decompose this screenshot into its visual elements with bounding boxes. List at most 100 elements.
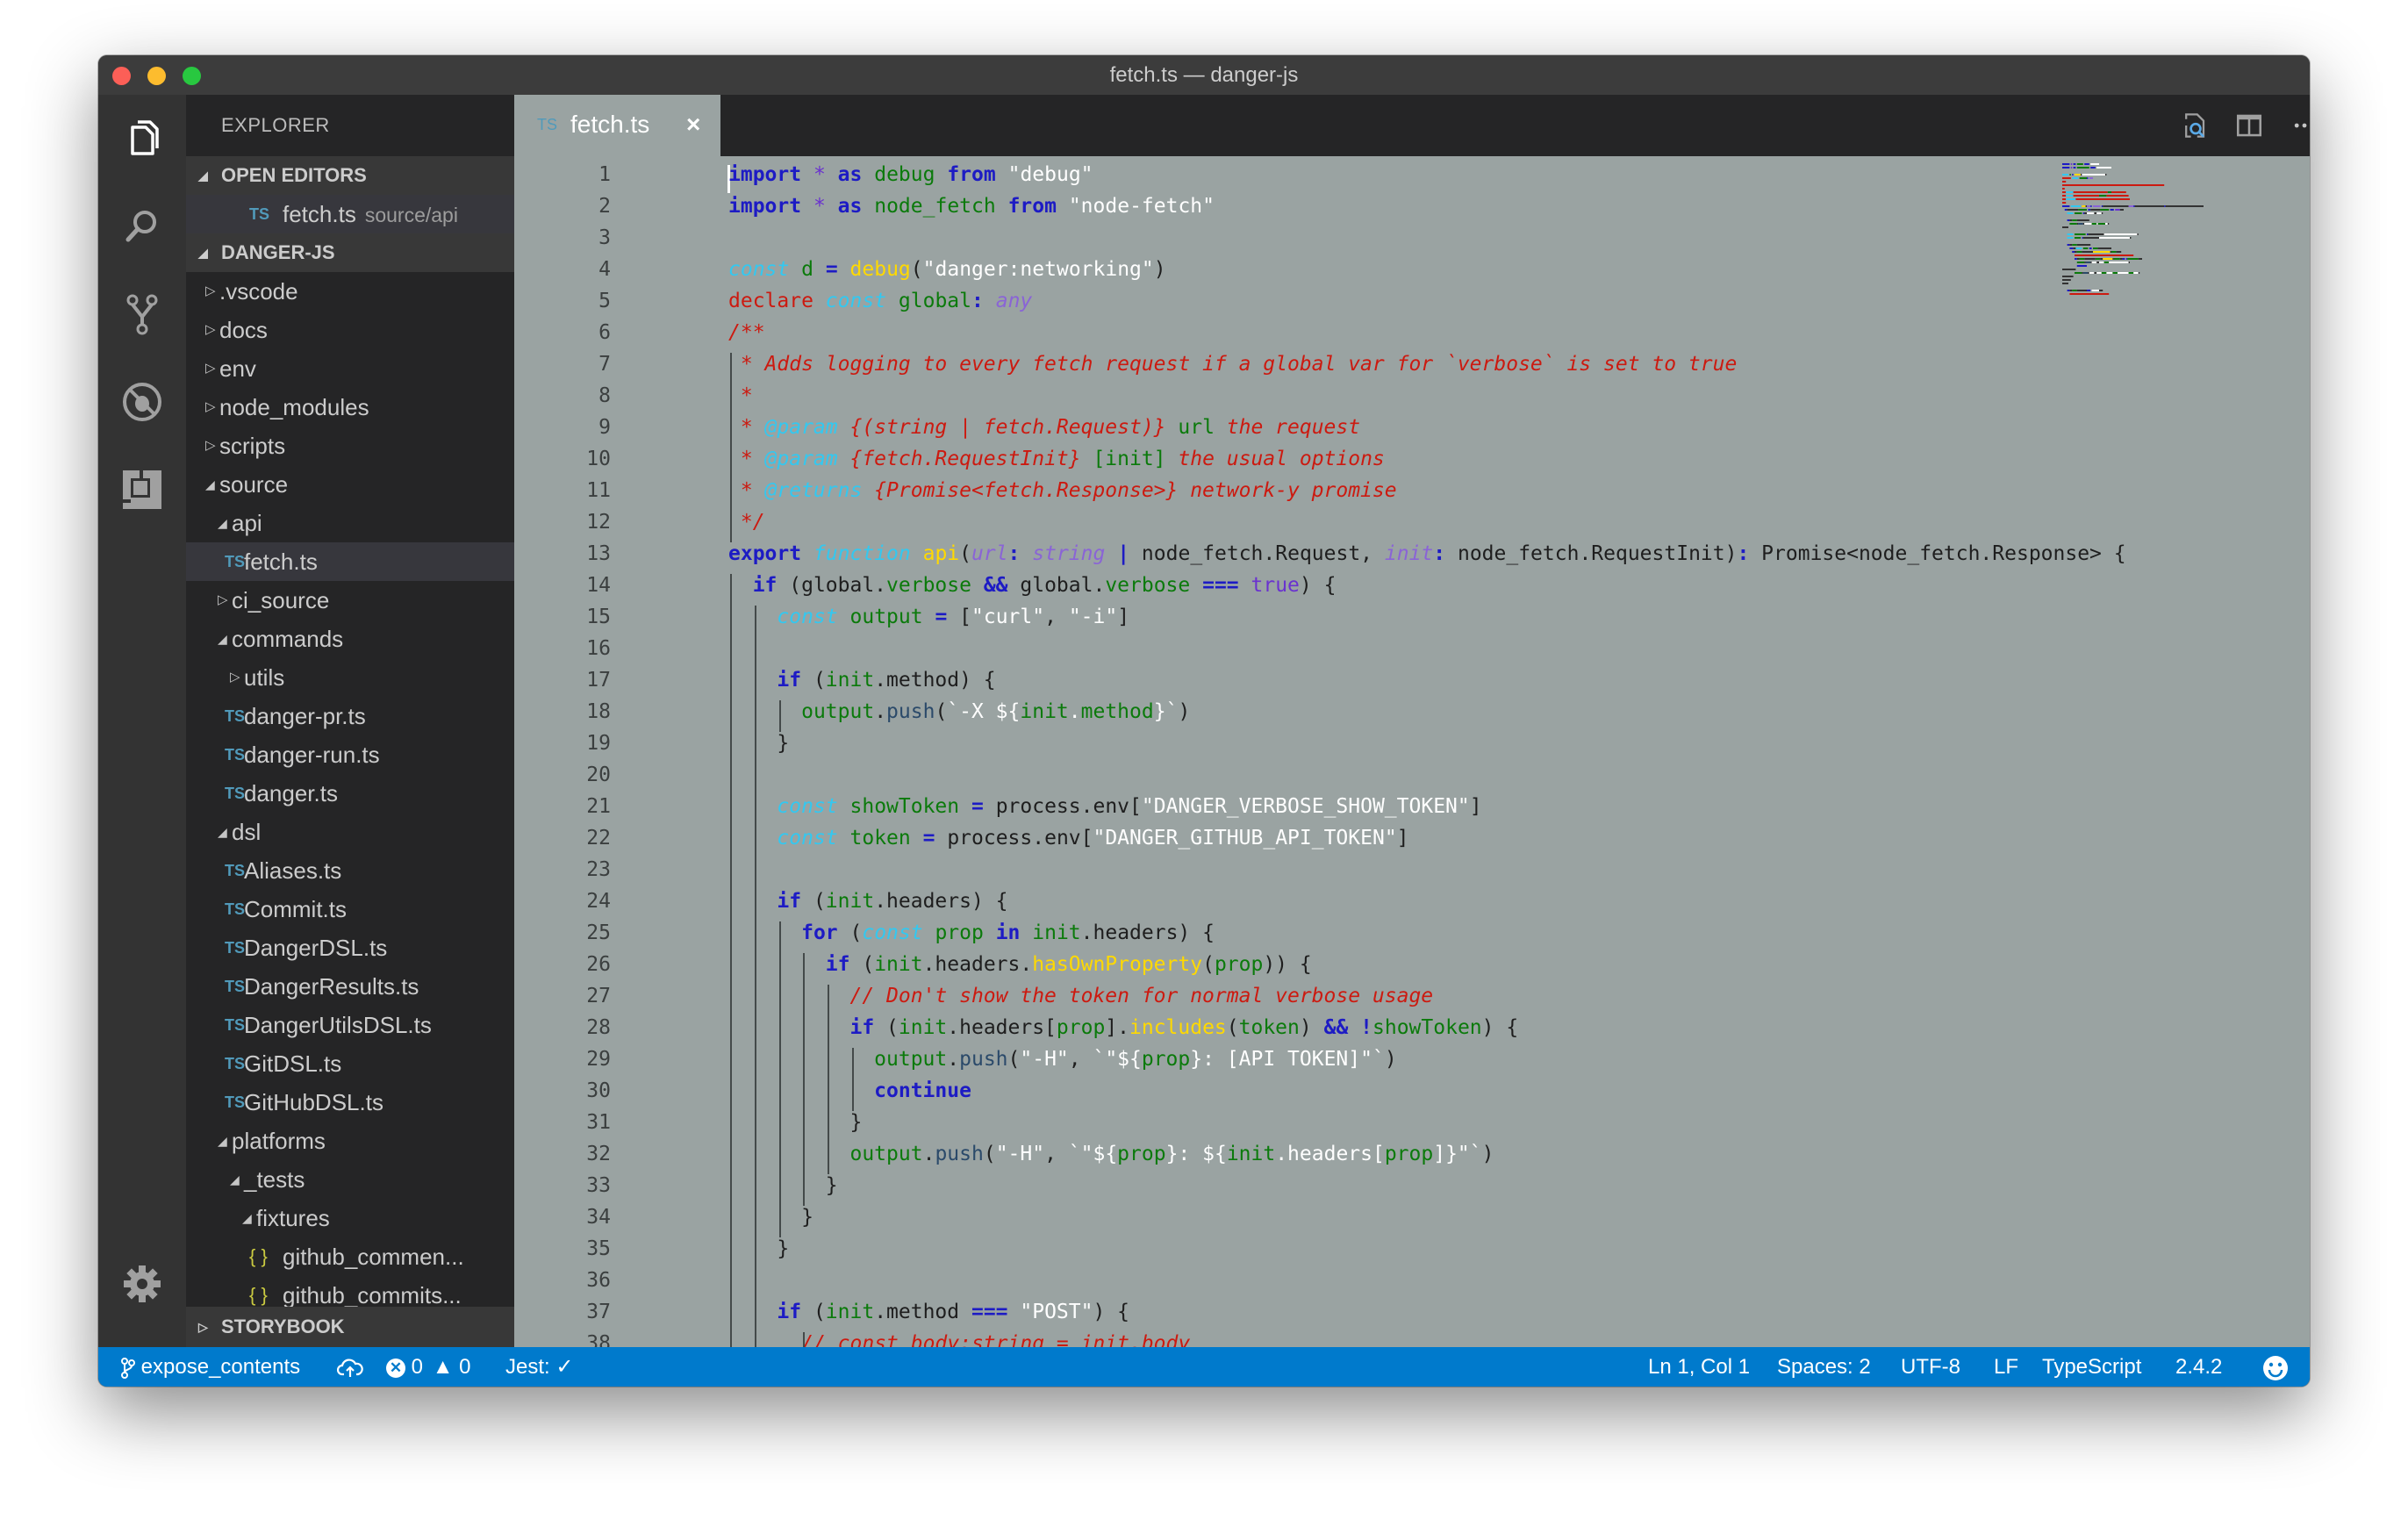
smiley-icon[interactable]: [2262, 1347, 2289, 1387]
extensions-icon[interactable]: [120, 468, 164, 512]
file-name: danger-run.ts: [244, 735, 380, 774]
tree-file[interactable]: TSCommit.ts: [186, 890, 514, 928]
gear-icon[interactable]: [120, 1262, 164, 1306]
project-header[interactable]: ◢ DANGER-JS: [186, 233, 514, 272]
minimap-token: [2062, 191, 2066, 193]
tree-folder[interactable]: ▷scripts: [186, 427, 514, 465]
chevron-right-icon: ▷: [205, 311, 216, 349]
tree-folder[interactable]: ◢platforms: [186, 1122, 514, 1160]
tree-folder[interactable]: ▷ci_source: [186, 581, 514, 620]
tree-file[interactable]: TSGitDSL.ts: [186, 1044, 514, 1083]
minimap-token: [2090, 205, 2091, 207]
minimap[interactable]: [2055, 156, 2310, 367]
line-number: 8: [514, 384, 611, 407]
branch-indicator[interactable]: expose_contents: [121, 1347, 300, 1387]
minimap-token: [2062, 167, 2069, 168]
line-number: 10: [514, 448, 611, 470]
tree-folder[interactable]: ◢dsl: [186, 813, 514, 851]
file-name: danger-pr.ts: [244, 697, 366, 735]
minimap-token: [2133, 272, 2139, 274]
typescript-version[interactable]: 2.4.2: [2175, 1347, 2222, 1387]
code-editor[interactable]: 1import * as debug from "debug"2import *…: [514, 156, 2310, 1347]
source-control-icon[interactable]: [120, 292, 164, 336]
warning-count: 0: [459, 1355, 470, 1379]
tree-folder[interactable]: ◢api: [186, 504, 514, 542]
indentation[interactable]: Spaces: 2: [1777, 1347, 1871, 1387]
code-line: output.push("-H", `"${prop}: ${init.head…: [728, 1143, 1494, 1165]
tree-folder[interactable]: ◢commands: [186, 620, 514, 658]
tree-folder[interactable]: ▷.vscode: [186, 272, 514, 311]
tree-file[interactable]: TSdanger-run.ts: [186, 735, 514, 774]
jest-status[interactable]: Jest: ✓: [505, 1347, 573, 1387]
line-number: 12: [514, 511, 611, 534]
encoding[interactable]: UTF-8: [1901, 1347, 1960, 1387]
more-icon[interactable]: [2285, 106, 2310, 145]
tree-file[interactable]: TSDangerResults.ts: [186, 967, 514, 1006]
vscode-window: fetch.ts — danger-js EXPLORER ◢ OPEN EDI…: [98, 55, 2310, 1387]
storybook-header[interactable]: ▷ STORYBOOK: [186, 1307, 514, 1347]
tree-folder[interactable]: ◢source: [186, 465, 514, 504]
chevron-down-icon: ◢: [218, 620, 227, 658]
tree-file[interactable]: TSfetch.ts: [186, 542, 514, 581]
code-line: if (init.headers) {: [728, 890, 1008, 913]
tree-folder[interactable]: ▷utils: [186, 658, 514, 697]
code-line: * @returns {Promise<fetch.Response>} net…: [728, 479, 1397, 502]
language-mode[interactable]: TypeScript: [2042, 1347, 2141, 1387]
minimap-token: [2077, 258, 2080, 260]
open-preview-icon[interactable]: [2176, 106, 2215, 145]
files-icon[interactable]: [120, 117, 164, 161]
minimap-token: [2098, 247, 2111, 249]
tree-file[interactable]: TSdanger.ts: [186, 774, 514, 813]
debug-icon[interactable]: [120, 380, 164, 424]
file-name: fetch.ts: [244, 542, 318, 581]
typescript-file-icon: TS: [225, 967, 245, 1006]
minimap-token: [2092, 223, 2097, 225]
minimap-token: [2074, 247, 2076, 249]
minimap-token: [2089, 177, 2093, 179]
minimap-token: [2090, 163, 2099, 165]
minimap-token: [2102, 212, 2103, 214]
tree-file[interactable]: TSDangerDSL.ts: [186, 928, 514, 967]
tree-folder[interactable]: ▷node_modules: [186, 388, 514, 427]
close-icon[interactable]: ×: [686, 111, 700, 139]
code-line: continue: [728, 1079, 971, 1102]
minimap-token: [2084, 258, 2096, 260]
json-file-icon: { }: [249, 1237, 268, 1276]
tab-fetch-ts[interactable]: TS fetch.ts ×: [514, 95, 720, 156]
minimap-token: [2077, 167, 2089, 168]
tree-folder[interactable]: ▷env: [186, 349, 514, 388]
folder-name: .vscode: [219, 272, 298, 311]
minimap-token: [2087, 290, 2090, 291]
tree-folder[interactable]: ◢fixtures: [186, 1199, 514, 1237]
minimap-token: [2062, 181, 2066, 183]
line-number: 21: [514, 795, 611, 818]
tree-file[interactable]: TSDangerUtilsDSL.ts: [186, 1006, 514, 1044]
minimap-token: [2093, 205, 2100, 207]
minimap-token: [2105, 223, 2108, 225]
tree-file[interactable]: TSGitHubDSL.ts: [186, 1083, 514, 1122]
file-name: Commit.ts: [244, 890, 347, 928]
line-number: 38: [514, 1332, 611, 1347]
tree-file[interactable]: TSAliases.ts: [186, 851, 514, 890]
cloud-upload-icon[interactable]: [337, 1347, 363, 1387]
code-line: // const body:string = init.body: [728, 1332, 1190, 1347]
split-editor-icon[interactable]: [2230, 106, 2268, 145]
code-line: }: [728, 732, 789, 755]
search-icon[interactable]: [120, 204, 164, 248]
minimap-token: [2086, 205, 2087, 207]
end-of-line[interactable]: LF: [1994, 1347, 2018, 1387]
code-line: }: [728, 1206, 813, 1229]
cursor-position[interactable]: Ln 1, Col 1: [1648, 1347, 1750, 1387]
open-editor-item[interactable]: TS fetch.tssource/api: [186, 195, 514, 233]
open-editors-header[interactable]: ◢ OPEN EDITORS: [186, 156, 514, 195]
tree-folder[interactable]: ▷docs: [186, 311, 514, 349]
tree-folder[interactable]: ◢_tests: [186, 1160, 514, 1199]
file-name: GitDSL.ts: [244, 1044, 341, 1083]
indent-guide: [803, 953, 805, 1206]
minimap-token: [2099, 262, 2104, 263]
tree-file[interactable]: TSdanger-pr.ts: [186, 697, 514, 735]
project-label: DANGER-JS: [221, 241, 335, 263]
tree-file[interactable]: { }github_commen...: [186, 1237, 514, 1276]
minimap-token: [2080, 258, 2085, 260]
problems-indicator[interactable]: ✕ 0 ▲ 0: [386, 1347, 471, 1387]
